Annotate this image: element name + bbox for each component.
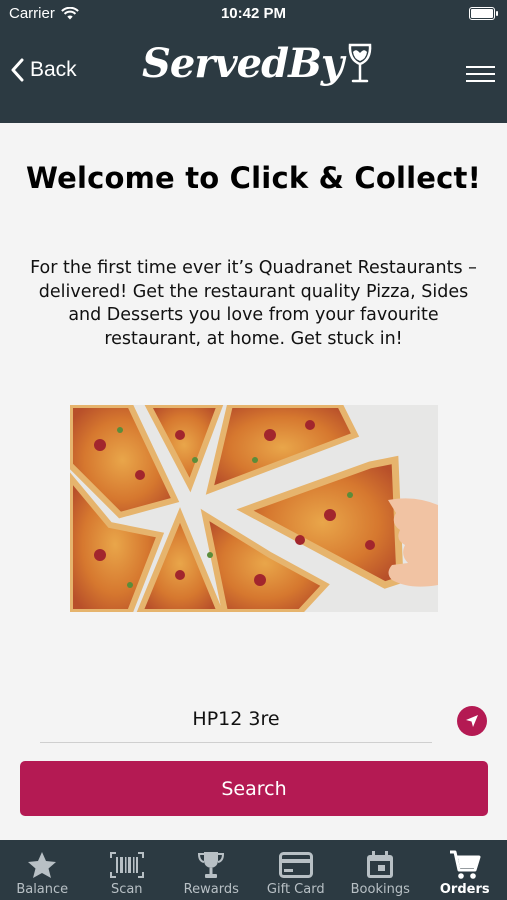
clock: 10:42 PM [220, 5, 287, 22]
trophy-icon [198, 852, 225, 878]
postcode-input[interactable] [40, 697, 432, 741]
postcode-field-wrapper [40, 697, 432, 743]
tab-orders[interactable]: Orders [423, 840, 507, 900]
tab-label: Rewards [183, 882, 239, 897]
credit-card-icon [278, 852, 313, 878]
search-button[interactable]: Search [20, 761, 488, 816]
back-button[interactable]: Back [10, 58, 77, 82]
pizza-image [70, 405, 438, 612]
servedby-logo: ServedBy [142, 40, 373, 88]
cart-icon [449, 850, 481, 879]
locate-me-button[interactable] [457, 706, 487, 736]
intro-text: For the first time ever it’s Quadranet R… [30, 258, 477, 349]
tab-label: Balance [16, 882, 69, 897]
header-bar: Carrier 10:42 PM Back ServedBy [0, 0, 507, 123]
tab-label: Orders [439, 882, 490, 897]
calendar-icon [367, 851, 394, 878]
barcode-icon [109, 852, 144, 878]
battery-icon [469, 7, 498, 20]
page-title: Welcome to Click & Collect! [25, 161, 482, 195]
hamburger-menu-icon[interactable] [466, 66, 495, 84]
tab-bookings[interactable]: Bookings [338, 840, 423, 900]
tab-balance[interactable]: Balance [0, 840, 85, 900]
tab-rewards[interactable]: Rewards [169, 840, 254, 900]
tab-scan[interactable]: Scan [85, 840, 170, 900]
location-arrow-icon [466, 715, 478, 727]
tab-label: Bookings [350, 882, 410, 897]
tab-label: Scan [110, 882, 143, 897]
tab-gift-card[interactable]: Gift Card [254, 840, 339, 900]
star-icon [28, 852, 57, 878]
main-content: Welcome to Click & Collect! For the firs… [0, 123, 507, 840]
status-bar: Carrier 10:42 PM [0, 0, 507, 28]
logo-text: ServedBy [142, 40, 344, 87]
bottom-tab-bar: Balance Scan Rewards Gift Card Bookings … [0, 840, 507, 900]
back-label: Back [30, 58, 77, 81]
chevron-left-icon [11, 58, 24, 82]
wine-glass-icon [348, 43, 372, 83]
tab-label: Gift Card [266, 882, 325, 897]
